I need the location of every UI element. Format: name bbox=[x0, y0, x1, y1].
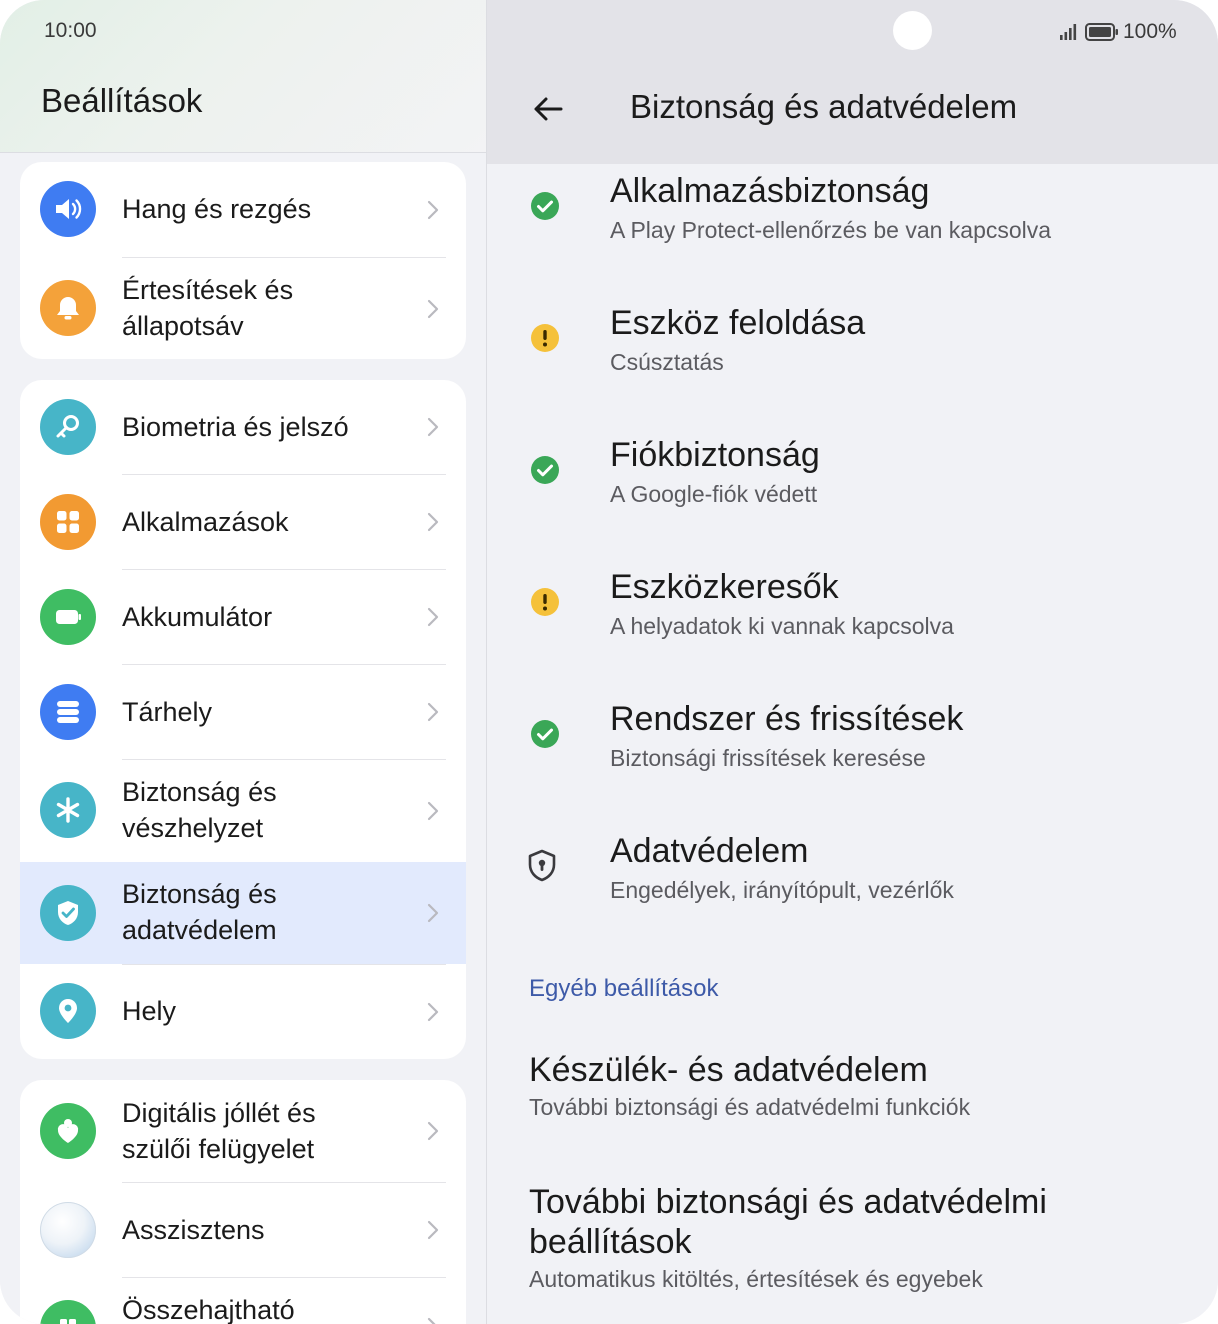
speaker-icon bbox=[40, 181, 96, 237]
status-bar-right: 100% bbox=[1059, 19, 1177, 45]
settings-header: 10:00 Beállítások bbox=[0, 0, 486, 153]
security-item-account-security[interactable]: Fiókbiztonság A Google-fiók védett bbox=[487, 428, 1218, 548]
chevron-right-icon bbox=[427, 1317, 436, 1324]
sidebar-item-foldable[interactable]: Összehajtható bbox=[20, 1278, 466, 1324]
location-pin-icon bbox=[40, 983, 96, 1039]
item-title: Adatvédelem bbox=[610, 832, 809, 870]
key-icon bbox=[40, 399, 96, 455]
security-item-device-finders[interactable]: Eszközkeresők A helyadatok ki vannak kap… bbox=[487, 560, 1218, 680]
sidebar-item-label: Értesítések és állapotsáv bbox=[122, 275, 294, 341]
back-arrow-icon[interactable] bbox=[531, 92, 565, 126]
settings-card-2: Biometria és jelszó Alkalmazások Akkumul… bbox=[20, 380, 466, 1059]
settings-card-3: Digitális jóllét és szülői felügyelet As… bbox=[20, 1080, 466, 1324]
other-item-device-data-protection[interactable]: Készülék- és adatvédelem További biztons… bbox=[529, 1050, 1209, 1121]
sidebar-item-battery[interactable]: Akkumulátor bbox=[20, 570, 466, 664]
item-title: Készülék- és adatvédelem bbox=[529, 1051, 928, 1089]
security-item-device-unlock[interactable]: Eszköz feloldása Csúsztatás bbox=[487, 296, 1218, 416]
heart-person-icon bbox=[40, 1103, 96, 1159]
item-subtitle: További biztonsági és adatvédelmi funkci… bbox=[529, 1094, 971, 1120]
chevron-right-icon bbox=[427, 702, 439, 722]
storage-icon bbox=[40, 684, 96, 740]
settings-list-pane: 10:00 Beállítások Hang és rezgés Értesít… bbox=[0, 0, 486, 1324]
sidebar-item-storage[interactable]: Tárhely bbox=[20, 665, 466, 759]
sidebar-item-biometrics[interactable]: Biometria és jelszó bbox=[20, 380, 466, 474]
chevron-right-icon bbox=[427, 1220, 439, 1240]
device-frame: 10:00 Beállítások Hang és rezgés Értesít… bbox=[0, 0, 1218, 1324]
chevron-right-icon bbox=[427, 1121, 439, 1141]
chevron-right-icon bbox=[427, 1002, 439, 1022]
item-title: Rendszer és frissítések bbox=[610, 700, 964, 738]
camera-cutout bbox=[893, 11, 932, 50]
assistant-orb-icon bbox=[40, 1202, 96, 1258]
check-circle-icon bbox=[531, 192, 559, 220]
chevron-right-icon bbox=[427, 512, 439, 532]
sidebar-item-label: Hely bbox=[122, 996, 177, 1026]
warning-circle-icon bbox=[531, 588, 559, 616]
section-header-other-settings: Egyéb beállítások bbox=[529, 975, 719, 1002]
item-subtitle: A helyadatok ki vannak kapcsolva bbox=[610, 613, 954, 639]
item-subtitle: Automatikus kitöltés, értesítések és egy… bbox=[529, 1266, 983, 1292]
sidebar-item-label: Biometria és jelszó bbox=[122, 412, 349, 442]
sidebar-item-label: Biztonság és vészhelyzet bbox=[122, 777, 277, 843]
sidebar-item-label: Akkumulátor bbox=[122, 602, 273, 632]
sidebar-item-location[interactable]: Hely bbox=[20, 965, 466, 1059]
check-circle-icon bbox=[531, 720, 559, 748]
sidebar-item-digital-wellbeing[interactable]: Digitális jóllét és szülői felügyelet bbox=[20, 1080, 466, 1182]
chevron-right-icon bbox=[427, 903, 439, 923]
item-title: Alkalmazásbiztonság bbox=[610, 172, 930, 210]
bell-icon bbox=[40, 280, 96, 336]
sidebar-item-label: Összehajtható bbox=[122, 1295, 295, 1324]
foldable-icon bbox=[40, 1300, 96, 1324]
item-title: Eszköz feloldása bbox=[610, 304, 866, 342]
detail-header: 100% Biztonság és adatvédelem bbox=[487, 0, 1218, 164]
settings-card-1: Hang és rezgés Értesítések és állapotsáv bbox=[20, 162, 466, 359]
sidebar-item-sound[interactable]: Hang és rezgés bbox=[20, 162, 466, 257]
item-title: További biztonsági és adatvédelmi beállí… bbox=[529, 1183, 1047, 1261]
security-item-privacy[interactable]: Adatvédelem Engedélyek, irányítópult, ve… bbox=[487, 824, 1218, 944]
detail-title: Biztonság és adatvédelem bbox=[630, 88, 1018, 125]
security-privacy-pane: 100% Biztonság és adatvédelem Alkalmazás… bbox=[486, 0, 1218, 1324]
check-circle-icon bbox=[531, 456, 559, 484]
sidebar-item-assistant[interactable]: Asszisztens bbox=[20, 1183, 466, 1277]
chevron-right-icon bbox=[427, 417, 439, 437]
sidebar-item-label: Asszisztens bbox=[122, 1215, 265, 1245]
other-item-more-security-privacy[interactable]: További biztonsági és adatvédelmi beállí… bbox=[529, 1182, 1209, 1293]
security-item-system-updates[interactable]: Rendszer és frissítések Biztonsági friss… bbox=[487, 692, 1218, 812]
apps-icon bbox=[40, 494, 96, 550]
sidebar-item-label: Biztonság és adatvédelem bbox=[122, 879, 277, 945]
item-subtitle: A Google-fiók védett bbox=[610, 481, 818, 507]
battery-status-icon bbox=[1085, 23, 1118, 41]
item-title: Eszközkeresők bbox=[610, 568, 839, 606]
item-subtitle: Biztonsági frissítések keresése bbox=[610, 745, 926, 771]
chevron-right-icon bbox=[427, 801, 439, 821]
battery-percent: 100% bbox=[1123, 20, 1177, 43]
chevron-right-icon bbox=[427, 607, 439, 627]
sidebar-item-label: Digitális jóllét és szülői felügyelet bbox=[122, 1098, 316, 1164]
shield-check-icon bbox=[40, 885, 96, 941]
item-subtitle: Csúsztatás bbox=[610, 349, 724, 375]
sidebar-item-label: Alkalmazások bbox=[122, 507, 289, 537]
chevron-right-icon bbox=[427, 299, 439, 319]
item-subtitle: A Play Protect-ellenőrzés be van kapcsol… bbox=[610, 217, 1052, 243]
status-time: 10:00 bbox=[44, 19, 97, 42]
privacy-shield-icon bbox=[528, 849, 556, 882]
sidebar-item-safety-emergency[interactable]: Biztonság és vészhelyzet bbox=[20, 760, 466, 861]
security-item-app-security[interactable]: Alkalmazásbiztonság A Play Protect-ellen… bbox=[487, 164, 1218, 284]
sidebar-item-apps[interactable]: Alkalmazások bbox=[20, 475, 466, 569]
signal-icon bbox=[1060, 24, 1077, 40]
battery-icon bbox=[40, 589, 96, 645]
sidebar-item-label: Hang és rezgés bbox=[122, 194, 312, 224]
chevron-right-icon bbox=[427, 200, 439, 220]
item-title: Fiókbiztonság bbox=[610, 436, 820, 474]
asterisk-icon bbox=[40, 782, 96, 838]
sidebar-item-security-privacy[interactable]: Biztonság és adatvédelem bbox=[20, 862, 466, 964]
warning-circle-icon bbox=[531, 324, 559, 352]
sidebar-item-label: Tárhely bbox=[122, 697, 213, 727]
sidebar-item-notifications[interactable]: Értesítések és állapotsáv bbox=[20, 258, 466, 359]
page-title: Beállítások bbox=[41, 82, 203, 119]
item-subtitle: Engedélyek, irányítópult, vezérlők bbox=[610, 877, 954, 903]
